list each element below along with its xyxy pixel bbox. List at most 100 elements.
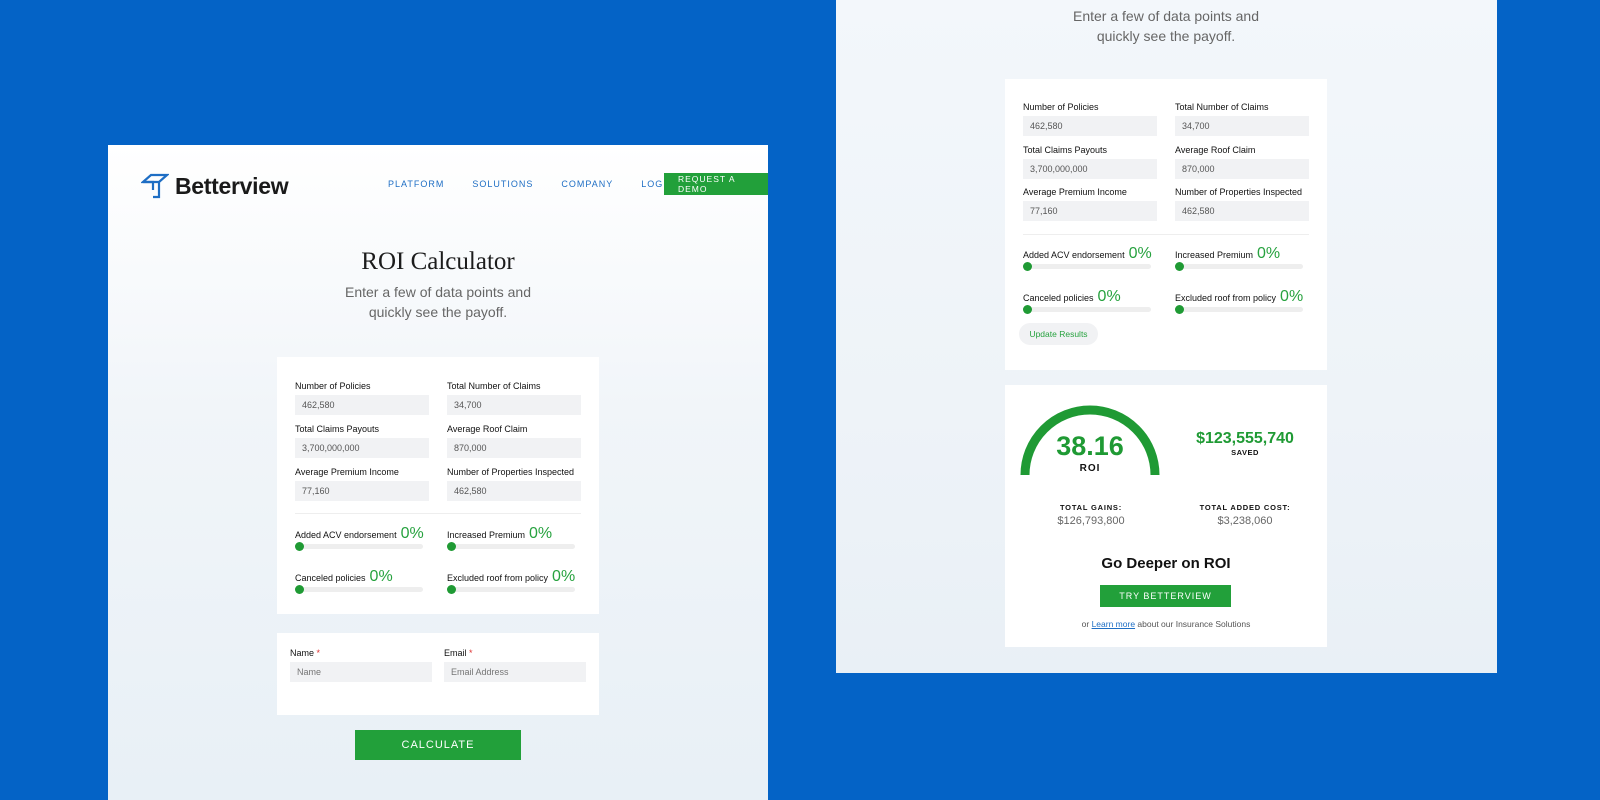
field-average-premium-income: Average Premium Income 77,160: [1023, 187, 1157, 221]
slider-track[interactable]: [1175, 262, 1303, 271]
field-label: Number of Properties Inspected: [447, 467, 575, 477]
slider-canceled-policies: Canceled policies 0%: [1023, 288, 1153, 314]
slider-label: Added ACV endorsement: [295, 530, 397, 540]
roi-results-page: Enter a few of data points and quickly s…: [836, 0, 1497, 673]
field-label: Average Premium Income: [1023, 187, 1127, 197]
roi-gauge: 38.16 ROI: [1019, 403, 1161, 481]
average-roof-claim-input[interactable]: 870,000: [447, 438, 581, 458]
field-label: Average Roof Claim: [447, 424, 528, 434]
learn-more-link[interactable]: Learn more: [1092, 619, 1135, 629]
slider-percent: 0%: [552, 568, 576, 585]
slider-percent: 0%: [369, 568, 393, 585]
slider-label: Canceled policies: [1023, 293, 1094, 303]
slider-percent: 0%: [1128, 245, 1152, 262]
total-claims-input[interactable]: 34,700: [1175, 116, 1309, 136]
nav-solutions[interactable]: SOLUTIONS: [472, 179, 533, 189]
slider-track[interactable]: [447, 585, 575, 594]
field-label: Number of Policies: [1023, 102, 1099, 112]
field-average-roof-claim: Average Roof Claim 870,000: [1175, 145, 1309, 179]
slider-label: Excluded roof from policy: [1175, 293, 1277, 303]
field-label: Total Number of Claims: [447, 381, 541, 391]
try-betterview-button[interactable]: TRY BETTERVIEW: [1100, 585, 1231, 607]
total-added-cost-label: TOTAL ADDED COST:: [1199, 503, 1291, 512]
number-of-policies-input[interactable]: 462,580: [1023, 116, 1157, 136]
divider: [1023, 234, 1309, 235]
slider-thumb[interactable]: [295, 542, 304, 551]
properties-inspected-input[interactable]: 462,580: [447, 481, 581, 501]
slider-label: Canceled policies: [295, 573, 366, 583]
roi-value: 38.16: [1056, 431, 1124, 461]
slider-thumb[interactable]: [447, 585, 456, 594]
properties-inspected-input[interactable]: 462,580: [1175, 201, 1309, 221]
logo-text: Betterview: [175, 172, 289, 199]
claims-payouts-input[interactable]: 3,700,000,000: [1023, 159, 1157, 179]
calculate-button[interactable]: CALCULATE: [355, 730, 521, 760]
request-demo-button[interactable]: REQUEST A DEMO: [664, 173, 768, 195]
claims-payouts-input[interactable]: 3,700,000,000: [295, 438, 429, 458]
slider-percent: 0%: [400, 525, 424, 542]
learn-more-line: or Learn more about our Insurance Soluti…: [1005, 619, 1327, 629]
field-label: Number of Properties Inspected: [1175, 187, 1303, 197]
total-gains-value: $126,793,800: [1057, 515, 1125, 527]
slider-thumb[interactable]: [1175, 305, 1184, 314]
saved-label: SAVED: [1231, 448, 1259, 457]
email-input[interactable]: [444, 662, 586, 682]
average-premium-income-input[interactable]: 77,160: [295, 481, 429, 501]
slider-track[interactable]: [1023, 305, 1151, 314]
go-deeper-heading: Go Deeper on ROI: [1101, 555, 1231, 572]
page-subtitle: Enter a few of data points and quickly s…: [1072, 8, 1259, 44]
slider-track[interactable]: [447, 542, 575, 551]
total-added-cost-value: $3,238,060: [1217, 515, 1273, 527]
slider-track[interactable]: [295, 542, 423, 551]
slider-canceled-policies: Canceled policies 0%: [295, 568, 425, 594]
slider-label: Added ACV endorsement: [1023, 250, 1125, 260]
slider-excluded-roof: Excluded roof from policy 0%: [447, 568, 577, 594]
field-label: Total Claims Payouts: [295, 424, 380, 434]
slider-track[interactable]: [295, 585, 423, 594]
saved-amount: $123,555,740: [1196, 430, 1294, 447]
slider-increased-premium: Increased Premium 0%: [1175, 245, 1305, 271]
field-number-of-policies: Number of Policies 462,580: [295, 381, 429, 415]
slider-thumb[interactable]: [1023, 305, 1032, 314]
field-name: Name *: [290, 648, 432, 682]
field-email: Email *: [444, 648, 586, 682]
email-label-text: Email: [444, 648, 467, 658]
total-gains-label: TOTAL GAINS:: [1059, 503, 1123, 512]
average-roof-claim-input[interactable]: 870,000: [1175, 159, 1309, 179]
field-average-roof-claim: Average Roof Claim 870,000: [447, 424, 581, 458]
slider-increased-premium: Increased Premium 0%: [447, 525, 577, 551]
slider-percent: 0%: [1280, 288, 1304, 305]
required-mark: *: [316, 648, 321, 658]
slider-label: Increased Premium: [1175, 250, 1254, 260]
main-nav: PLATFORM SOLUTIONS COMPANY LOGIN: [388, 179, 674, 189]
nav-platform[interactable]: PLATFORM: [388, 179, 444, 189]
average-premium-income-input[interactable]: 77,160: [1023, 201, 1157, 221]
slider-acv-endorsement: Added ACV endorsement 0%: [295, 525, 425, 551]
name-input[interactable]: [290, 662, 432, 682]
slider-thumb[interactable]: [1175, 262, 1184, 271]
slider-thumb[interactable]: [447, 542, 456, 551]
slider-thumb[interactable]: [295, 585, 304, 594]
field-total-claims-payouts: Total Claims Payouts 3,700,000,000: [295, 424, 429, 458]
slider-track[interactable]: [1023, 262, 1151, 271]
inputs-card: Number of Policies 462,580 Total Number …: [277, 357, 599, 614]
field-properties-inspected: Number of Properties Inspected 462,580: [447, 467, 581, 501]
field-label: Total Claims Payouts: [1023, 145, 1108, 155]
betterview-logo-icon: [141, 173, 169, 199]
results-card: 38.16 ROI $123,555,740 SAVED TOTAL GAINS…: [1005, 385, 1327, 647]
number-of-policies-input[interactable]: 462,580: [295, 395, 429, 415]
slider-percent: 0%: [1097, 288, 1121, 305]
slider-thumb[interactable]: [1023, 262, 1032, 271]
nav-company[interactable]: COMPANY: [561, 179, 613, 189]
field-total-number-of-claims: Total Number of Claims 34,700: [1175, 102, 1309, 136]
page-subtitle: Enter a few of data points and quickly s…: [344, 284, 531, 320]
slider-excluded-roof: Excluded roof from policy 0%: [1175, 288, 1305, 314]
slider-label: Excluded roof from policy: [447, 573, 549, 583]
slider-percent: 0%: [529, 525, 553, 542]
slider-acv-endorsement: Added ACV endorsement 0%: [1023, 245, 1153, 271]
update-results-button[interactable]: Update Results: [1019, 323, 1098, 345]
betterview-logo[interactable]: Betterview: [141, 172, 289, 200]
field-average-premium-income: Average Premium Income 77,160: [295, 467, 429, 501]
slider-track[interactable]: [1175, 305, 1303, 314]
total-claims-input[interactable]: 34,700: [447, 395, 581, 415]
